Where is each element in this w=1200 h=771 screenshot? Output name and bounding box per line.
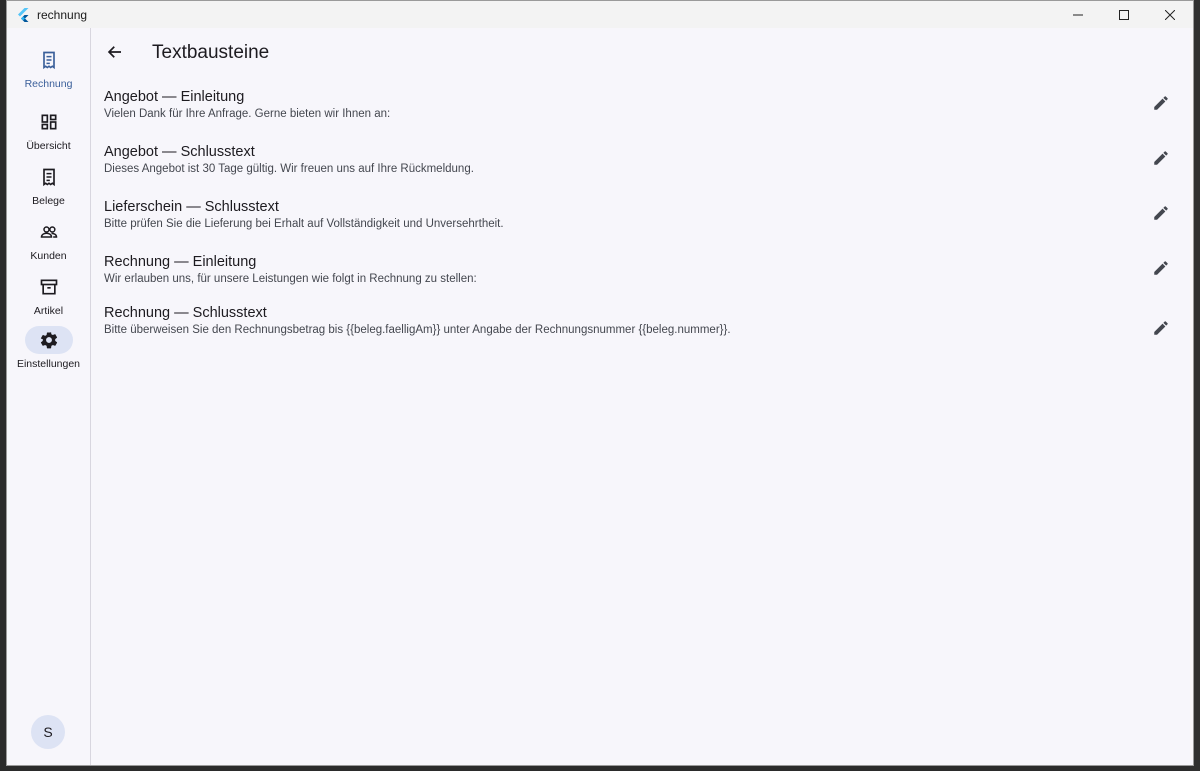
avatar[interactable]: S — [31, 715, 65, 749]
edit-button[interactable] — [1149, 91, 1173, 115]
receipt-icon — [21, 46, 77, 74]
item-text: Dieses Angebot ist 30 Tage gültig. Wir f… — [104, 163, 474, 175]
edit-button[interactable] — [1149, 146, 1173, 170]
pencil-icon — [1154, 151, 1168, 165]
nav-item-uebersicht[interactable]: Übersicht — [7, 108, 90, 152]
receipt-long-icon — [21, 163, 77, 191]
maximize-icon — [1119, 9, 1129, 20]
main-content: Textbausteine Angebot — Einleitung Viele… — [91, 28, 1193, 765]
list-item[interactable]: Rechnung — Einleitung Wir erlauben uns, … — [91, 251, 1193, 297]
list-item[interactable]: Angebot — Einleitung Vielen Dank für Ihr… — [91, 86, 1193, 132]
title-bar: rechnung — [7, 1, 1193, 28]
item-text: Vielen Dank für Ihre Anfrage. Gerne biet… — [104, 108, 391, 120]
app-bar: Textbausteine — [91, 28, 1193, 78]
item-text: Bitte überweisen Sie den Rechnungsbetrag… — [104, 324, 731, 336]
item-title: Rechnung — Schlusstext — [104, 305, 267, 321]
item-title: Angebot — Schlusstext — [104, 144, 255, 160]
pencil-icon — [1154, 261, 1168, 275]
flutter-logo-icon — [18, 7, 29, 22]
nav-item-kunden[interactable]: Kunden — [7, 218, 90, 262]
nav-label-einstellungen: Einstellungen — [16, 358, 81, 370]
people-icon — [21, 218, 77, 246]
list-item[interactable]: Lieferschein — Schlusstext Bitte prüfen … — [91, 196, 1193, 242]
nav-item-rechnung[interactable]: Rechnung — [7, 46, 90, 90]
close-button[interactable] — [1147, 1, 1193, 28]
app-window: rechnung Rechnung Übersicht Belege Kunde… — [6, 0, 1194, 766]
gear-icon — [24, 326, 73, 354]
edit-button[interactable] — [1149, 201, 1173, 225]
item-title: Rechnung — Einleitung — [104, 254, 257, 270]
pencil-icon — [1154, 321, 1168, 335]
edit-button[interactable] — [1149, 256, 1173, 280]
list-item[interactable]: Angebot — Schlusstext Dieses Angebot ist… — [91, 141, 1193, 187]
pencil-icon — [1154, 206, 1168, 220]
dashboard-icon — [21, 108, 77, 136]
window-title: rechnung — [37, 7, 88, 22]
minimize-button[interactable] — [1055, 1, 1101, 28]
pencil-icon — [1154, 96, 1168, 110]
nav-label-artikel: Artikel — [33, 305, 64, 317]
page-title: Textbausteine — [152, 42, 270, 63]
nav-label-kunden: Kunden — [30, 250, 67, 262]
nav-item-belege[interactable]: Belege — [7, 163, 90, 207]
nav-label-uebersicht: Übersicht — [26, 140, 71, 152]
edit-button[interactable] — [1149, 316, 1173, 340]
item-text: Wir erlauben uns, für unsere Leistungen … — [104, 273, 477, 285]
navigation-rail: Rechnung Übersicht Belege Kunden Artikel — [7, 28, 91, 765]
inventory-icon — [21, 273, 77, 301]
item-text: Bitte prüfen Sie die Lieferung bei Erhal… — [104, 218, 504, 230]
item-title: Angebot — Einleitung — [104, 89, 245, 105]
nav-item-artikel[interactable]: Artikel — [7, 273, 90, 317]
nav-item-einstellungen[interactable]: Einstellungen — [7, 326, 90, 370]
nav-label-rechnung: Rechnung — [24, 78, 73, 90]
back-button[interactable] — [103, 40, 127, 64]
list-item[interactable]: Rechnung — Schlusstext Bitte überweisen … — [91, 304, 1193, 350]
item-title: Lieferschein — Schlusstext — [104, 199, 279, 215]
maximize-button[interactable] — [1101, 1, 1147, 28]
window-controls — [1055, 1, 1193, 28]
close-icon — [1165, 9, 1175, 20]
nav-label-belege: Belege — [32, 195, 65, 207]
arrow-back-icon — [107, 46, 121, 58]
minimize-icon — [1073, 14, 1083, 15]
